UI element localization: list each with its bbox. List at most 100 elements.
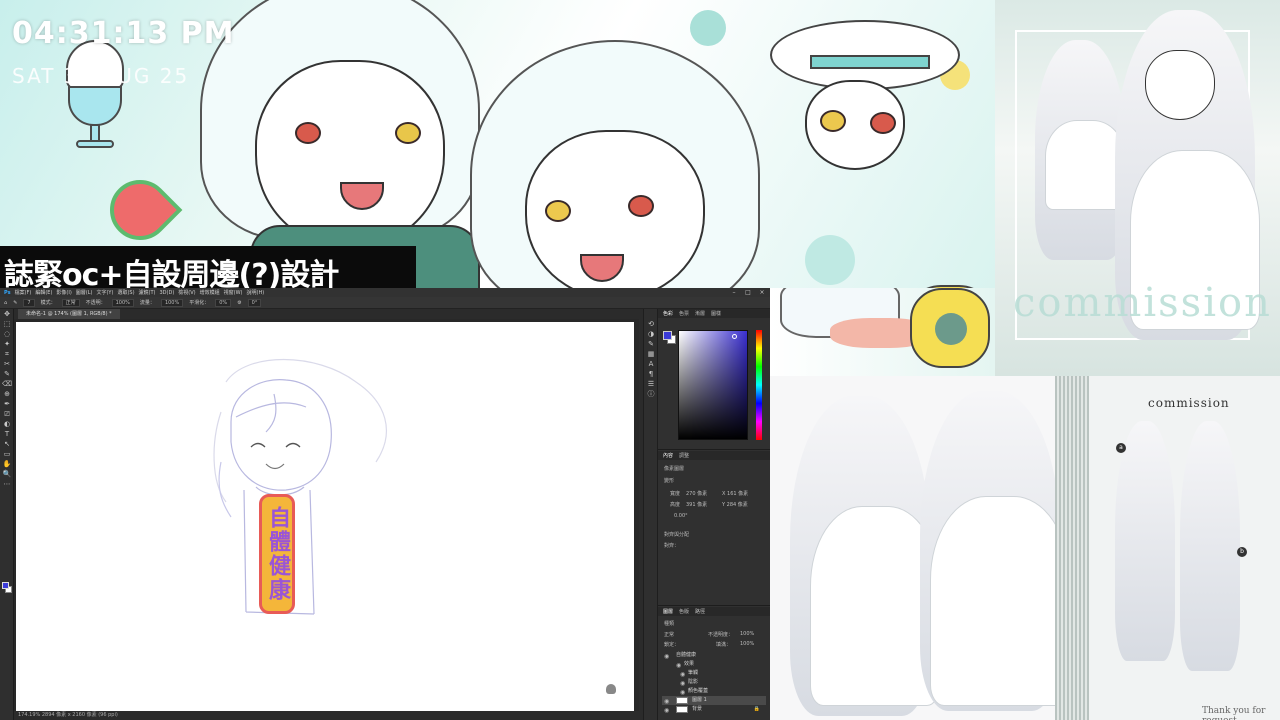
menu-edit[interactable]: 編輯(E) (35, 289, 52, 296)
parfait-cup-illustration (60, 40, 130, 150)
menu-help[interactable]: 說明(H) (247, 289, 265, 296)
x-value[interactable]: X 161 像素 (722, 490, 748, 497)
maximize-button[interactable]: □ (744, 289, 752, 296)
menu-filter[interactable]: 濾鏡(T) (139, 289, 156, 296)
marker-b: b (1237, 547, 1247, 557)
hand-tool-icon[interactable]: ✋ (2, 459, 12, 469)
tab-layers[interactable]: 圖層 (663, 608, 673, 615)
more-tools-icon[interactable]: ⋯ (2, 479, 12, 489)
crop-tool-icon[interactable]: ⌗ (2, 349, 12, 359)
slice-tool-icon[interactable]: ✂ (2, 359, 12, 369)
layer-row-shadow[interactable]: ◉ 陰影 (662, 678, 766, 687)
layer-row-group[interactable]: ◉ 自體健康 (662, 651, 766, 660)
brush-settings-icon[interactable]: ✎ (646, 339, 656, 349)
eraser-tool-icon[interactable]: ⌫ (2, 379, 12, 389)
angle-field[interactable]: 0° (247, 298, 262, 307)
foreground-color-swatch[interactable] (2, 582, 9, 589)
layer-thumbnail (676, 706, 688, 713)
tab-properties[interactable]: 內容 (663, 452, 673, 459)
menu-plugins[interactable]: 增效模組 (200, 289, 220, 296)
smoothing-field[interactable]: 0% (215, 298, 232, 307)
stream-date: SAT 30 AUG 25 (12, 64, 190, 88)
marquee-tool-icon[interactable]: ⬚ (2, 319, 12, 329)
layer-row-color-overlay[interactable]: ◉ 顏色覆蓋 (662, 687, 766, 696)
right-panels: 色彩 色票 漸層 圖樣 內容 調整 像素圖層 變形 寬度 270 像素 X 16… (657, 309, 770, 720)
path-select-tool-icon[interactable]: ↖ (2, 439, 12, 449)
dodge-tool-icon[interactable]: ◐ (2, 419, 12, 429)
zoom-tool-icon[interactable]: 🔍 (2, 469, 12, 479)
y-value[interactable]: Y 284 像素 (722, 501, 748, 508)
info-icon[interactable]: ⓘ (646, 389, 656, 399)
character-right-eye-red (628, 195, 654, 217)
adjust-icon[interactable]: ◑ (646, 329, 656, 339)
gradient-tool-icon[interactable]: ⎚ (2, 409, 12, 419)
angle-value[interactable]: 0.00° (674, 513, 688, 519)
height-value[interactable]: 391 像素 (686, 501, 707, 508)
menu-select[interactable]: 選取(S) (117, 289, 134, 296)
menu-3d[interactable]: 3D(D) (160, 290, 175, 296)
canvas-area[interactable]: 自體健康 (14, 319, 639, 712)
thank-you-note: Thank you for request (1202, 706, 1266, 720)
menu-type[interactable]: 文字(Y) (96, 289, 113, 296)
commission-artwork-top: commission (995, 0, 1280, 376)
tab-gradients[interactable]: 漸層 (695, 310, 705, 317)
flow-field[interactable]: 100% (160, 298, 184, 307)
mode-select[interactable]: 正常 (61, 298, 80, 307)
options-bar: ⌂ ✎ 7 模式： 正常 不透明： 100% 流量： 100% 平滑化： 0% … (0, 297, 770, 309)
menu-window[interactable]: 視窗(W) (224, 289, 243, 296)
photoshop-window: Ps 檔案(F) 編輯(E) 影像(I) 圖層(L) 文字(Y) 選取(S) 濾… (0, 288, 770, 720)
drawing-canvas[interactable]: 自體健康 (16, 322, 634, 712)
history-icon[interactable]: ⟲ (646, 319, 656, 329)
layer-name: 自體健康 (676, 652, 697, 658)
health-badge-sticker: 自體健康 (259, 494, 295, 614)
home-icon[interactable]: ⌂ (4, 300, 7, 306)
menu-view[interactable]: 檢視(V) (178, 289, 195, 296)
menu-image[interactable]: 影像(I) (56, 289, 71, 296)
pen-tool-icon[interactable]: ✒ (2, 399, 12, 409)
type-tool-icon[interactable]: T (2, 429, 12, 439)
layer-row-stroke[interactable]: ◉ 筆觸 (662, 669, 766, 678)
close-button[interactable]: × (758, 289, 766, 296)
minimize-button[interactable]: – (730, 289, 738, 296)
lasso-tool-icon[interactable]: ◌ (2, 329, 12, 339)
layer-row-layer1[interactable]: ◉ 圖層 1 (662, 696, 766, 705)
window-controls: – □ × (730, 289, 766, 296)
paragraph-icon[interactable]: ¶ (646, 369, 656, 379)
character-icon[interactable]: A (646, 359, 656, 369)
brush-size-field[interactable]: 7 (23, 298, 35, 307)
tab-adjustments[interactable]: 調整 (679, 452, 689, 459)
opacity-field[interactable]: 100% (111, 298, 134, 307)
visibility-eye-icon[interactable]: ◉ (664, 706, 669, 715)
menu-layer[interactable]: 圖層(L) (76, 289, 93, 296)
blend-mode-select[interactable]: 正常 (664, 631, 674, 638)
tab-channels[interactable]: 色版 (679, 608, 689, 615)
libraries-icon[interactable]: ☰ (646, 379, 656, 389)
align-section-label[interactable]: 對齊與分配 (664, 531, 689, 538)
width-value[interactable]: 270 像素 (686, 490, 707, 497)
gear-icon[interactable]: ⚙ (237, 300, 241, 306)
move-tool-icon[interactable]: ✥ (2, 309, 12, 319)
hue-slider[interactable] (756, 330, 762, 440)
brush-tool-icon[interactable]: ✎ (2, 369, 12, 379)
layer-row-effects[interactable]: ◉ 效果 (662, 660, 766, 669)
color-picker-field[interactable] (678, 330, 748, 440)
brush-tool-icon[interactable]: ✎ (13, 300, 17, 306)
layer-opacity-field[interactable]: 100% (740, 631, 754, 637)
tab-paths[interactable]: 路徑 (695, 608, 705, 615)
transform-section-label[interactable]: 變形 (664, 477, 674, 484)
swatches-icon[interactable]: ▦ (646, 349, 656, 359)
fill-field[interactable]: 100% (740, 641, 754, 647)
tab-color[interactable]: 色彩 (663, 310, 673, 317)
chibi-hat-ribbon (810, 55, 930, 69)
tab-patterns[interactable]: 圖樣 (711, 310, 721, 317)
color-panel-foreground[interactable] (663, 331, 672, 340)
layer-row-background[interactable]: ◉ 背景 🔒 (662, 705, 766, 714)
clone-stamp-tool-icon[interactable]: ⊕ (2, 389, 12, 399)
magic-wand-tool-icon[interactable]: ✦ (2, 339, 12, 349)
tab-swatches[interactable]: 色票 (679, 310, 689, 317)
shape-tool-icon[interactable]: ▭ (2, 449, 12, 459)
menu-file[interactable]: 檔案(F) (15, 289, 32, 296)
layer-filter-select[interactable]: 種類 (664, 620, 674, 627)
color-panel-tabs: 色彩 色票 漸層 圖樣 (658, 309, 770, 318)
document-tab[interactable]: 未命名-1 @ 174% (圖層 1, RGB/8) * (18, 309, 120, 319)
